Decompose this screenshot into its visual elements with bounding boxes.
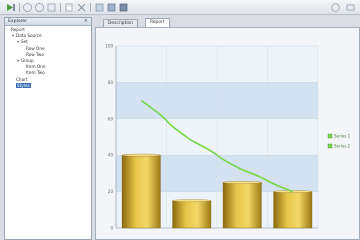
close-icon[interactable]: × bbox=[84, 18, 88, 24]
legend-label: Series 1 bbox=[334, 134, 351, 139]
y-tick-label: 100 bbox=[105, 44, 113, 49]
y-tick-label: 60 bbox=[108, 116, 114, 121]
tree-item[interactable]: Report bbox=[7, 27, 25, 33]
tab-report[interactable]: Report bbox=[145, 18, 170, 27]
chart: 0 20 40 60 80 100 Series 1 Series 2 bbox=[105, 44, 351, 231]
tree-item-label: Row Two bbox=[26, 51, 44, 57]
tree-item-label: Report bbox=[11, 27, 25, 32]
y-tick-label: 80 bbox=[108, 80, 114, 85]
tools-icon[interactable] bbox=[345, 2, 356, 13]
chart-frame: 0 20 40 60 80 100 Series 1 Series 2 bbox=[95, 27, 360, 240]
edit-icon[interactable] bbox=[64, 2, 75, 13]
tree-item[interactable]: Item Two bbox=[22, 70, 45, 76]
tree-item-label: Row One bbox=[26, 45, 45, 51]
tree-item-label: Styles bbox=[16, 82, 31, 88]
y-tick-label: 20 bbox=[108, 189, 114, 194]
grid-icon[interactable] bbox=[118, 2, 129, 13]
legend-label: Series 2 bbox=[334, 144, 351, 149]
toolbar bbox=[0, 0, 360, 15]
run-icon[interactable] bbox=[5, 2, 16, 13]
settings-icon[interactable] bbox=[94, 2, 105, 13]
y-tick-label: 0 bbox=[110, 226, 113, 231]
cut-icon[interactable] bbox=[76, 2, 87, 13]
panel-header: Explorer × bbox=[5, 18, 91, 26]
refresh-icon[interactable] bbox=[46, 2, 57, 13]
explorer-panel: Explorer × Report ▾ Data Source ▾ Set Row One… bbox=[4, 17, 92, 240]
tree-item-label: Item One bbox=[26, 64, 46, 70]
tree-item-label: Group bbox=[21, 58, 34, 63]
bar bbox=[222, 182, 262, 229]
tab-description[interactable]: Description bbox=[103, 19, 139, 27]
panel-title: Explorer bbox=[8, 19, 28, 24]
view-icon[interactable] bbox=[106, 2, 117, 13]
bar-cap bbox=[172, 199, 212, 203]
tree-item[interactable]: Row Two bbox=[22, 52, 44, 58]
legend-swatch bbox=[327, 143, 333, 149]
help-icon[interactable] bbox=[330, 2, 341, 13]
tab-bar: Description Report bbox=[95, 17, 360, 27]
editor-area: Description Report 0 20 40 60 80 100 Series 1 S… bbox=[95, 17, 360, 240]
tree-item[interactable]: ▾ Set bbox=[17, 39, 28, 45]
tree-item[interactable]: Chart bbox=[12, 77, 28, 83]
tree-item-label: Chart bbox=[16, 76, 28, 82]
bar bbox=[121, 154, 161, 229]
forward-icon[interactable] bbox=[34, 2, 45, 13]
y-tick-label: 40 bbox=[108, 153, 114, 158]
tree-item[interactable]: Styles bbox=[12, 82, 31, 89]
bar bbox=[172, 200, 212, 229]
tree-item[interactable]: ▾ Data Source bbox=[12, 33, 42, 39]
bar bbox=[273, 191, 313, 229]
tree-item[interactable]: ▾ Group bbox=[17, 58, 34, 64]
tree-item-label: Data Source bbox=[16, 33, 42, 39]
legend-swatch bbox=[327, 133, 333, 139]
tree-item-label: Item Two bbox=[26, 70, 45, 76]
bar-cap bbox=[222, 181, 262, 184]
tree-item-label: Set bbox=[21, 39, 28, 45]
bar-cap bbox=[121, 153, 161, 157]
back-icon[interactable] bbox=[22, 2, 33, 13]
tree-item[interactable]: Row One bbox=[22, 46, 45, 52]
tree-item[interactable]: Item One bbox=[22, 64, 45, 70]
